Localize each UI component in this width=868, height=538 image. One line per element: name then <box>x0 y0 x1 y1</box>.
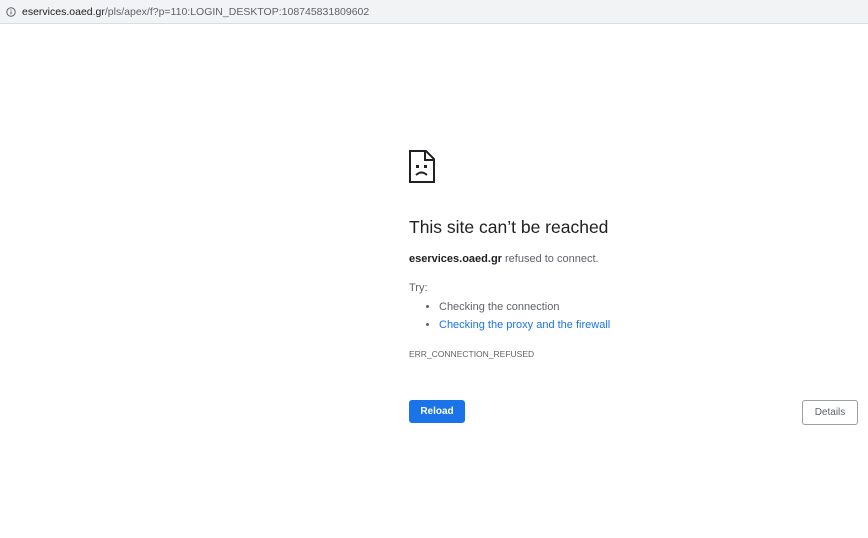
error-host: eservices.oaed.gr <box>409 253 502 265</box>
address-bar[interactable]: eservices.oaed.gr/pls/apex/f?p=110:LOGIN… <box>0 0 868 24</box>
try-label: Try: <box>409 282 428 294</box>
details-button[interactable]: Details <box>802 400 858 425</box>
page-title: This site can’t be reached <box>409 217 609 237</box>
error-content: This site can’t be reached eservices.oae… <box>409 150 858 425</box>
suggestion-check-proxy-item: Checking the proxy and the firewall <box>439 316 610 334</box>
suggestion-list: Checking the connection Checking the pro… <box>409 298 610 334</box>
error-message: eservices.oaed.gr refused to connect. <box>409 253 599 265</box>
sad-document-icon <box>409 150 858 183</box>
suggestion-check-proxy-link[interactable]: Checking the proxy and the firewall <box>439 319 610 331</box>
error-message-suffix: refused to connect. <box>501 253 599 265</box>
info-icon[interactable] <box>6 6 16 17</box>
error-code: ERR_CONNECTION_REFUSED <box>409 349 535 359</box>
url-path: /pls/apex/f?p=110:LOGIN_DESKTOP:10874583… <box>104 5 370 18</box>
suggestion-check-connection: Checking the connection <box>439 298 610 316</box>
reload-button[interactable]: Reload <box>409 400 465 423</box>
url-host: eservices.oaed.gr <box>22 5 105 18</box>
url-text[interactable]: eservices.oaed.gr/pls/apex/f?p=110:LOGIN… <box>22 6 369 18</box>
